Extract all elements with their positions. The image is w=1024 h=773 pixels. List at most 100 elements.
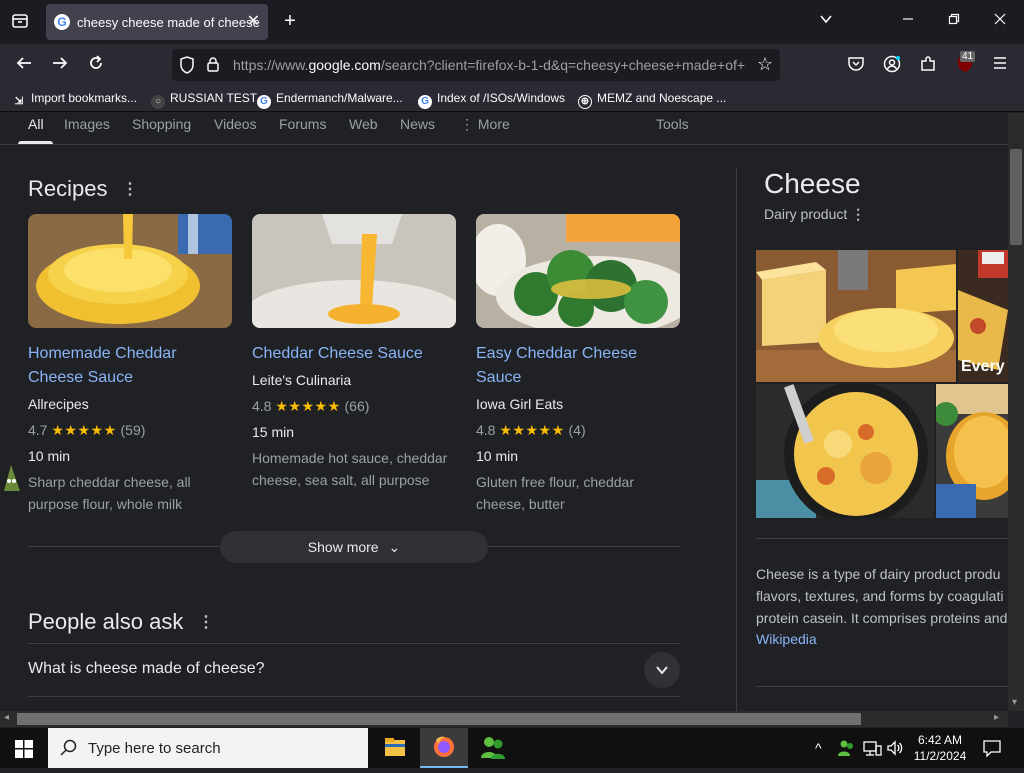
tab-active[interactable]: G cheesy cheese made of cheese ✕ <box>46 4 268 40</box>
cheese-image-mac-and-cheese[interactable] <box>936 384 1008 518</box>
cheese-image-skillet[interactable] <box>756 384 934 518</box>
restore-window-icon[interactable] <box>944 12 964 30</box>
new-tab-icon[interactable]: + <box>280 11 300 31</box>
bookmark-import[interactable]: ⇲ Import bookmarks... <box>12 91 137 109</box>
windows-start-icon[interactable] <box>15 740 33 763</box>
recipe-rating: 4.8 ★★★★★ (66) <box>252 398 370 414</box>
close-window-icon[interactable] <box>990 12 1010 30</box>
bookmark-russian-test[interactable]: ○ RUSSIAN TEST <box>151 91 257 109</box>
extensions-puzzle-icon[interactable] <box>918 55 938 78</box>
divider <box>28 643 680 644</box>
horizontal-scrollbar[interactable]: ◂ ▸ <box>0 711 1008 727</box>
github-icon: ○ <box>151 95 165 109</box>
image-caption-text: Every <box>961 358 1005 375</box>
google-favicon-icon: G <box>418 95 432 109</box>
recipe-image-broccoli-cheese[interactable] <box>476 214 680 328</box>
tracking-protection-shield-icon[interactable] <box>178 56 196 79</box>
scroll-right-arrow-icon[interactable]: ▸ <box>994 712 999 723</box>
recipe-image-cheese-sauce-bowl[interactable] <box>28 214 232 328</box>
reload-icon[interactable] <box>86 54 106 77</box>
file-explorer-icon[interactable] <box>371 728 419 768</box>
lock-icon[interactable] <box>205 56 221 77</box>
scroll-left-arrow-icon[interactable]: ◂ <box>4 712 9 723</box>
tab-images[interactable]: Images <box>64 116 110 132</box>
forward-arrow-icon[interactable] <box>50 54 70 77</box>
recipe-time: 10 min <box>28 448 71 464</box>
tools-button[interactable]: Tools <box>656 116 689 132</box>
divider <box>756 686 1008 687</box>
recipe-title-easy-cheddar[interactable]: Easy Cheddar Cheese Sauce <box>476 342 686 390</box>
minimize-window-icon[interactable] <box>898 12 918 30</box>
back-arrow-icon[interactable] <box>14 54 34 77</box>
list-tabs-chevron-icon[interactable] <box>816 12 836 31</box>
ublock-origin-icon[interactable]: 41 <box>954 51 976 79</box>
volume-icon[interactable] <box>885 738 905 763</box>
horizontal-scrollbar-thumb[interactable] <box>17 713 861 725</box>
search-tabs: All Images Shopping Videos Forums Web Ne… <box>0 113 1008 145</box>
tab-more[interactable]: ⋮ More <box>460 116 510 133</box>
chevron-down-icon[interactable] <box>644 652 680 688</box>
bookmark-memz[interactable]: ⊕ MEMZ and Noescape ... <box>578 91 726 109</box>
scroll-down-arrow-icon[interactable]: ▾ <box>1012 697 1017 708</box>
pocket-icon[interactable] <box>846 55 866 78</box>
recipe-title-cheddar-cheese-sauce[interactable]: Cheddar Cheese Sauce <box>252 342 462 366</box>
recipe-title-homemade-cheddar[interactable]: Homemade Cheddar Cheese Sauce <box>28 342 238 390</box>
tab-forums[interactable]: Forums <box>279 116 326 132</box>
navigation-bar: https://www.google.com/search?client=fir… <box>0 44 1024 84</box>
recipe-ingredients: Sharp cheddar cheese, all purpose flour, … <box>28 474 191 512</box>
url-text[interactable]: https://www.google.com/search?client=fir… <box>233 57 747 73</box>
close-tab-icon[interactable]: ✕ <box>247 11 260 31</box>
taskbar-search-box[interactable]: Type here to search <box>48 728 368 768</box>
tab-shopping[interactable]: Shopping <box>132 116 191 132</box>
network-icon[interactable] <box>862 738 882 763</box>
tab-bar: G cheesy cheese made of cheese ✕ + <box>0 0 1024 44</box>
paa-more-options-icon[interactable]: ⋮ <box>198 612 214 632</box>
recipe-source: Leite's Culinaria <box>252 372 352 388</box>
messenger-app-icon[interactable] <box>469 728 517 768</box>
bookmark-index-isos[interactable]: G Index of /ISOs/Windows <box>418 91 565 109</box>
tab-web[interactable]: Web <box>349 116 378 132</box>
more-options-icon[interactable]: ⋮ <box>851 206 865 222</box>
vertical-scrollbar[interactable]: ▾ <box>1008 113 1024 711</box>
extension-badge-count: 41 <box>960 51 976 62</box>
hamburger-menu-icon[interactable] <box>990 55 1010 76</box>
cheese-image-pizza[interactable]: Every <box>958 250 1008 382</box>
google-favicon-icon: G <box>54 14 70 30</box>
people-also-ask-heading: People also ask <box>28 609 184 634</box>
show-hidden-icons-chevron-icon[interactable]: ^ <box>815 740 822 756</box>
firefox-view-icon[interactable] <box>10 12 30 35</box>
tab-all[interactable]: All <box>28 116 44 132</box>
google-results-page: All Images Shopping Videos Forums Web Ne… <box>0 113 1024 727</box>
tray-messenger-icon[interactable] <box>836 738 856 763</box>
wikipedia-link[interactable]: Wikipedia <box>756 631 817 647</box>
notification-center-icon[interactable] <box>982 738 1002 763</box>
star-rating-icon: ★★★★★ <box>275 398 341 414</box>
paa-question[interactable]: What is cheese made of cheese? <box>28 660 265 678</box>
bookmark-star-icon[interactable]: ☆ <box>756 55 774 73</box>
windows-taskbar: Type here to search ^ 6:42 AM 11/2/2024 <box>0 728 1024 768</box>
vertical-scrollbar-thumb[interactable] <box>1010 149 1022 245</box>
account-icon[interactable] <box>882 55 902 78</box>
cheese-image-grated[interactable] <box>756 250 956 382</box>
bookmark-endermanch[interactable]: G Endermanch/Malware... <box>257 91 403 109</box>
show-more-button[interactable]: Show more ⌄ <box>220 531 488 563</box>
knowledge-panel-description: Cheese is a type of dairy product produ f… <box>756 566 1008 626</box>
active-tab-indicator <box>18 141 53 144</box>
knowledge-panel-subtitle: Dairy product ⋮ <box>764 206 866 222</box>
recipes-more-options-icon[interactable]: ⋮ <box>122 179 138 199</box>
system-clock[interactable]: 6:42 AM 11/2/2024 <box>906 732 974 764</box>
tab-news[interactable]: News <box>400 116 435 132</box>
recipe-rating: 4.7 ★★★★★ (59) <box>28 422 146 438</box>
recipe-image-cheese-sauce-pour[interactable] <box>252 214 456 328</box>
divider <box>756 538 1008 539</box>
recipe-source: Iowa Girl Eats <box>476 396 564 412</box>
divider <box>28 546 220 547</box>
url-bar[interactable]: https://www.google.com/search?client=fir… <box>172 49 780 81</box>
search-placeholder: Type here to search <box>88 740 221 757</box>
recipe-time: 15 min <box>252 424 295 440</box>
divider <box>28 696 680 697</box>
knowledge-panel-title: Cheese <box>764 168 861 199</box>
firefox-taskbar-icon[interactable] <box>420 728 468 768</box>
tab-videos[interactable]: Videos <box>214 116 257 132</box>
recipe-rating: 4.8 ★★★★★ (4) <box>476 422 586 438</box>
